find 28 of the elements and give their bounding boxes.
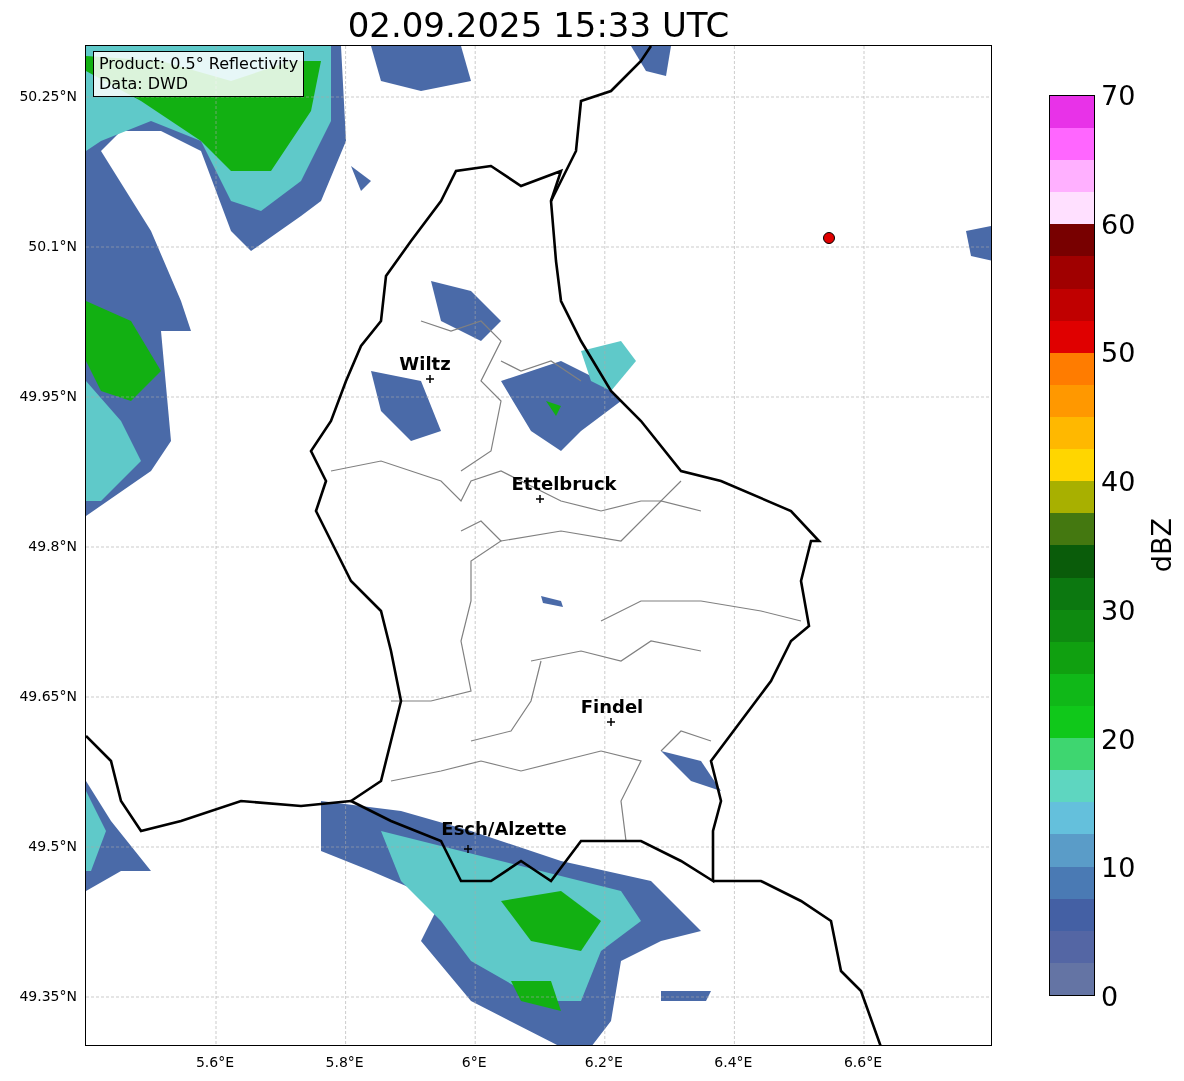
colorbar-tick-label: 10: [1101, 851, 1136, 883]
axis-tick-label: 6.4°E: [714, 1054, 753, 1070]
axis-tick-label: 6.6°E: [843, 1054, 883, 1070]
colorbar-tick-label: 40: [1101, 465, 1136, 497]
axis-tick-label: 5.6°E: [195, 1054, 235, 1070]
colorbar-tick-label: 60: [1101, 208, 1136, 240]
axis-tick-label: 49.95°N: [19, 388, 77, 404]
colorbar-tick-label: 70: [1101, 79, 1136, 111]
city-label: Ettelbruck: [511, 472, 617, 494]
legend-text: Product: 0.5° Reflectivity: [99, 54, 299, 74]
axis-tick-label: 49.8°N: [28, 538, 77, 554]
axis-tick-label: 50.1°N: [28, 238, 77, 254]
axis-tick-label: 50.25°N: [19, 88, 77, 104]
colorbar-tick-label: 30: [1101, 594, 1136, 626]
axis-tick-label: 49.5°N: [28, 838, 77, 854]
axis-tick-label: 5.8°E: [325, 1054, 364, 1070]
axis-tick-label: 6°E: [461, 1054, 487, 1070]
axis-tick-label: 6.2°E: [584, 1054, 623, 1070]
legend-text: Data: DWD: [99, 74, 190, 94]
colorbar-label: dBZ: [1147, 518, 1177, 573]
colorbar-tick-label: 0: [1101, 980, 1119, 1012]
colorbar-tick-label: 50: [1101, 336, 1136, 368]
axis-tick-label: 49.65°N: [19, 688, 77, 704]
chart-title: 02.09.2025 15:33 UTC: [346, 4, 731, 45]
axis-tick-label: 49.35°N: [19, 988, 77, 1004]
city-label: Wiltz: [399, 352, 451, 374]
colorbar-tick-label: 20: [1101, 723, 1136, 755]
city-label: Findel: [580, 695, 644, 717]
